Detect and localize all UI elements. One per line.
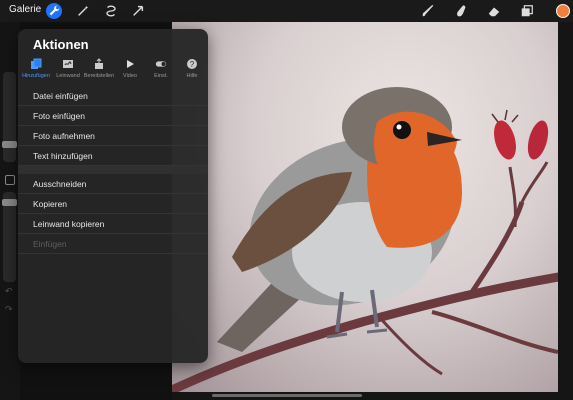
gallery-button[interactable]: Galerie <box>9 4 41 15</box>
tab-label: Hilfe <box>186 73 198 79</box>
menu-item-insert-photo[interactable]: Foto einfügen <box>18 106 208 126</box>
help-icon: ? <box>174 57 210 71</box>
left-sidebar: ↶ ↷ <box>0 22 20 400</box>
right-edge <box>558 22 573 400</box>
menu-item-add-text[interactable]: Text hinzufügen <box>18 146 208 166</box>
brush-icon[interactable] <box>420 3 436 19</box>
menu-separator <box>18 166 208 174</box>
magic-wand-icon[interactable] <box>75 3 91 19</box>
menu-group-clipboard: Ausschneiden Kopieren Leinwand kopieren … <box>18 174 208 254</box>
actions-tabs: Hinzufügen Leinwand Bereitstellen Video … <box>18 57 208 83</box>
brush-size-slider[interactable] <box>3 72 16 162</box>
transform-arrow-icon[interactable] <box>130 3 146 19</box>
color-picker-button[interactable] <box>556 4 570 18</box>
menu-item-copy-canvas[interactable]: Leinwand kopieren <box>18 214 208 234</box>
menu-item-take-photo[interactable]: Foto aufnehmen <box>18 126 208 146</box>
popover-title: Aktionen <box>33 37 89 52</box>
brush-size-handle[interactable] <box>2 141 17 148</box>
selection-icon[interactable] <box>103 3 119 19</box>
svg-text:?: ? <box>190 60 195 69</box>
home-indicator <box>212 394 362 397</box>
robin-illustration <box>172 87 558 392</box>
menu-item-cut[interactable]: Ausschneiden <box>18 174 208 194</box>
undo-icon[interactable]: ↶ <box>5 286 15 296</box>
actions-popover: Aktionen Hinzufügen Leinwand Bereitstell… <box>18 29 208 363</box>
smudge-icon[interactable] <box>453 3 469 19</box>
redo-icon[interactable]: ↷ <box>5 304 15 314</box>
wrench-icon[interactable] <box>46 3 62 19</box>
menu-item-insert-file[interactable]: Datei einfügen <box>18 86 208 106</box>
tab-label: Hinzufügen <box>22 73 50 79</box>
layers-icon[interactable] <box>519 3 535 19</box>
menu-item-paste: Einfügen <box>18 234 208 254</box>
modify-button[interactable] <box>5 175 15 185</box>
drawing-canvas[interactable] <box>172 22 558 392</box>
eraser-icon[interactable] <box>486 3 502 19</box>
tab-add[interactable]: Hinzufügen <box>18 57 54 83</box>
menu-group-insert: Datei einfügen Foto einfügen Foto aufneh… <box>18 86 208 166</box>
menu-item-copy[interactable]: Kopieren <box>18 194 208 214</box>
top-toolbar: Galerie <box>0 0 573 22</box>
tab-help[interactable]: ? Hilfe <box>174 57 210 83</box>
opacity-handle[interactable] <box>2 199 17 206</box>
add-file-icon <box>18 57 54 71</box>
